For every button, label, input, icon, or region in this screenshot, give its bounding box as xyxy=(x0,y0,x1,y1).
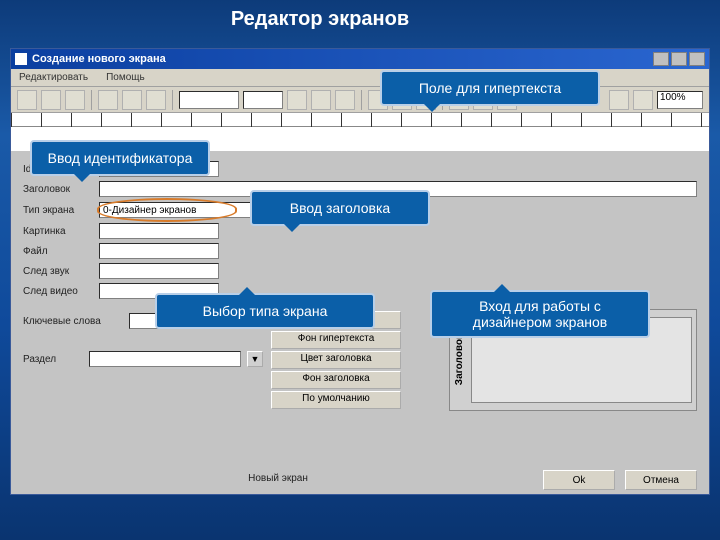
callout-designer: Вход для работы с дизайнером экранов xyxy=(430,290,650,338)
file-label: Файл xyxy=(23,246,93,257)
ok-button[interactable]: Ok xyxy=(543,470,615,490)
cut-icon[interactable] xyxy=(98,90,118,110)
app-window: Создание нового экрана Редактировать Пом… xyxy=(10,48,710,495)
size-select[interactable] xyxy=(243,91,283,109)
ruler-ticks xyxy=(11,113,709,127)
chevron-down-icon[interactable]: ▼ xyxy=(247,351,263,367)
default-button[interactable]: По умолчанию xyxy=(271,391,401,409)
file-input[interactable] xyxy=(99,243,219,259)
maximize-button[interactable] xyxy=(671,52,687,66)
menubar: Редактировать Помощь xyxy=(11,69,709,87)
close-button[interactable] xyxy=(689,52,705,66)
italic-icon[interactable] xyxy=(311,90,331,110)
sound-input[interactable] xyxy=(99,263,219,279)
separator xyxy=(172,90,173,110)
titlebar: Создание нового экрана xyxy=(11,49,709,69)
ruler xyxy=(11,113,709,127)
replace-icon[interactable] xyxy=(633,90,653,110)
app-icon xyxy=(15,53,27,65)
open-icon[interactable] xyxy=(41,90,61,110)
window-buttons xyxy=(653,52,705,66)
callout-id: Ввод идентификатора xyxy=(30,140,210,176)
callout-type: Выбор типа экрана xyxy=(155,293,375,329)
type-label: Тип экрана xyxy=(23,205,93,216)
newscreen-label[interactable]: Новый экран xyxy=(213,473,343,484)
hyperbg-button[interactable]: Фон гипертекста xyxy=(271,331,401,349)
picture-label: Картинка xyxy=(23,226,93,237)
section-input[interactable] xyxy=(89,351,241,367)
pilcrow-icon[interactable] xyxy=(609,90,629,110)
new-icon[interactable] xyxy=(17,90,37,110)
zoom-select[interactable]: 100% xyxy=(657,91,703,109)
section-label: Раздел xyxy=(23,354,83,365)
font-select[interactable] xyxy=(179,91,239,109)
titlebg-button[interactable]: Фон заголовка xyxy=(271,371,401,389)
callout-title: Ввод заголовка xyxy=(250,190,430,226)
menu-help[interactable]: Помощь xyxy=(106,72,145,83)
window-title: Создание нового экрана xyxy=(32,53,653,65)
paste-icon[interactable] xyxy=(146,90,166,110)
separator xyxy=(91,90,92,110)
bold-icon[interactable] xyxy=(287,90,307,110)
toolbar: 100% xyxy=(11,87,709,113)
preview-title-vertical: Заголовок xyxy=(452,334,467,385)
slide-title: Редактор экранов xyxy=(0,8,640,31)
separator xyxy=(361,90,362,110)
cancel-button[interactable]: Отмена xyxy=(625,470,697,490)
minimize-button[interactable] xyxy=(653,52,669,66)
video-label: Cлед видео xyxy=(23,286,93,297)
save-icon[interactable] xyxy=(65,90,85,110)
menu-edit[interactable]: Редактировать xyxy=(19,72,88,83)
keywords-label: Ключевые слова xyxy=(23,316,123,327)
copy-icon[interactable] xyxy=(122,90,142,110)
callout-hypertext: Поле для гипертекста xyxy=(380,70,600,106)
underline-icon[interactable] xyxy=(335,90,355,110)
sound-label: Cлед звук xyxy=(23,266,93,277)
picture-input[interactable] xyxy=(99,223,219,239)
titlecolor-button[interactable]: Цвет заголовка xyxy=(271,351,401,369)
